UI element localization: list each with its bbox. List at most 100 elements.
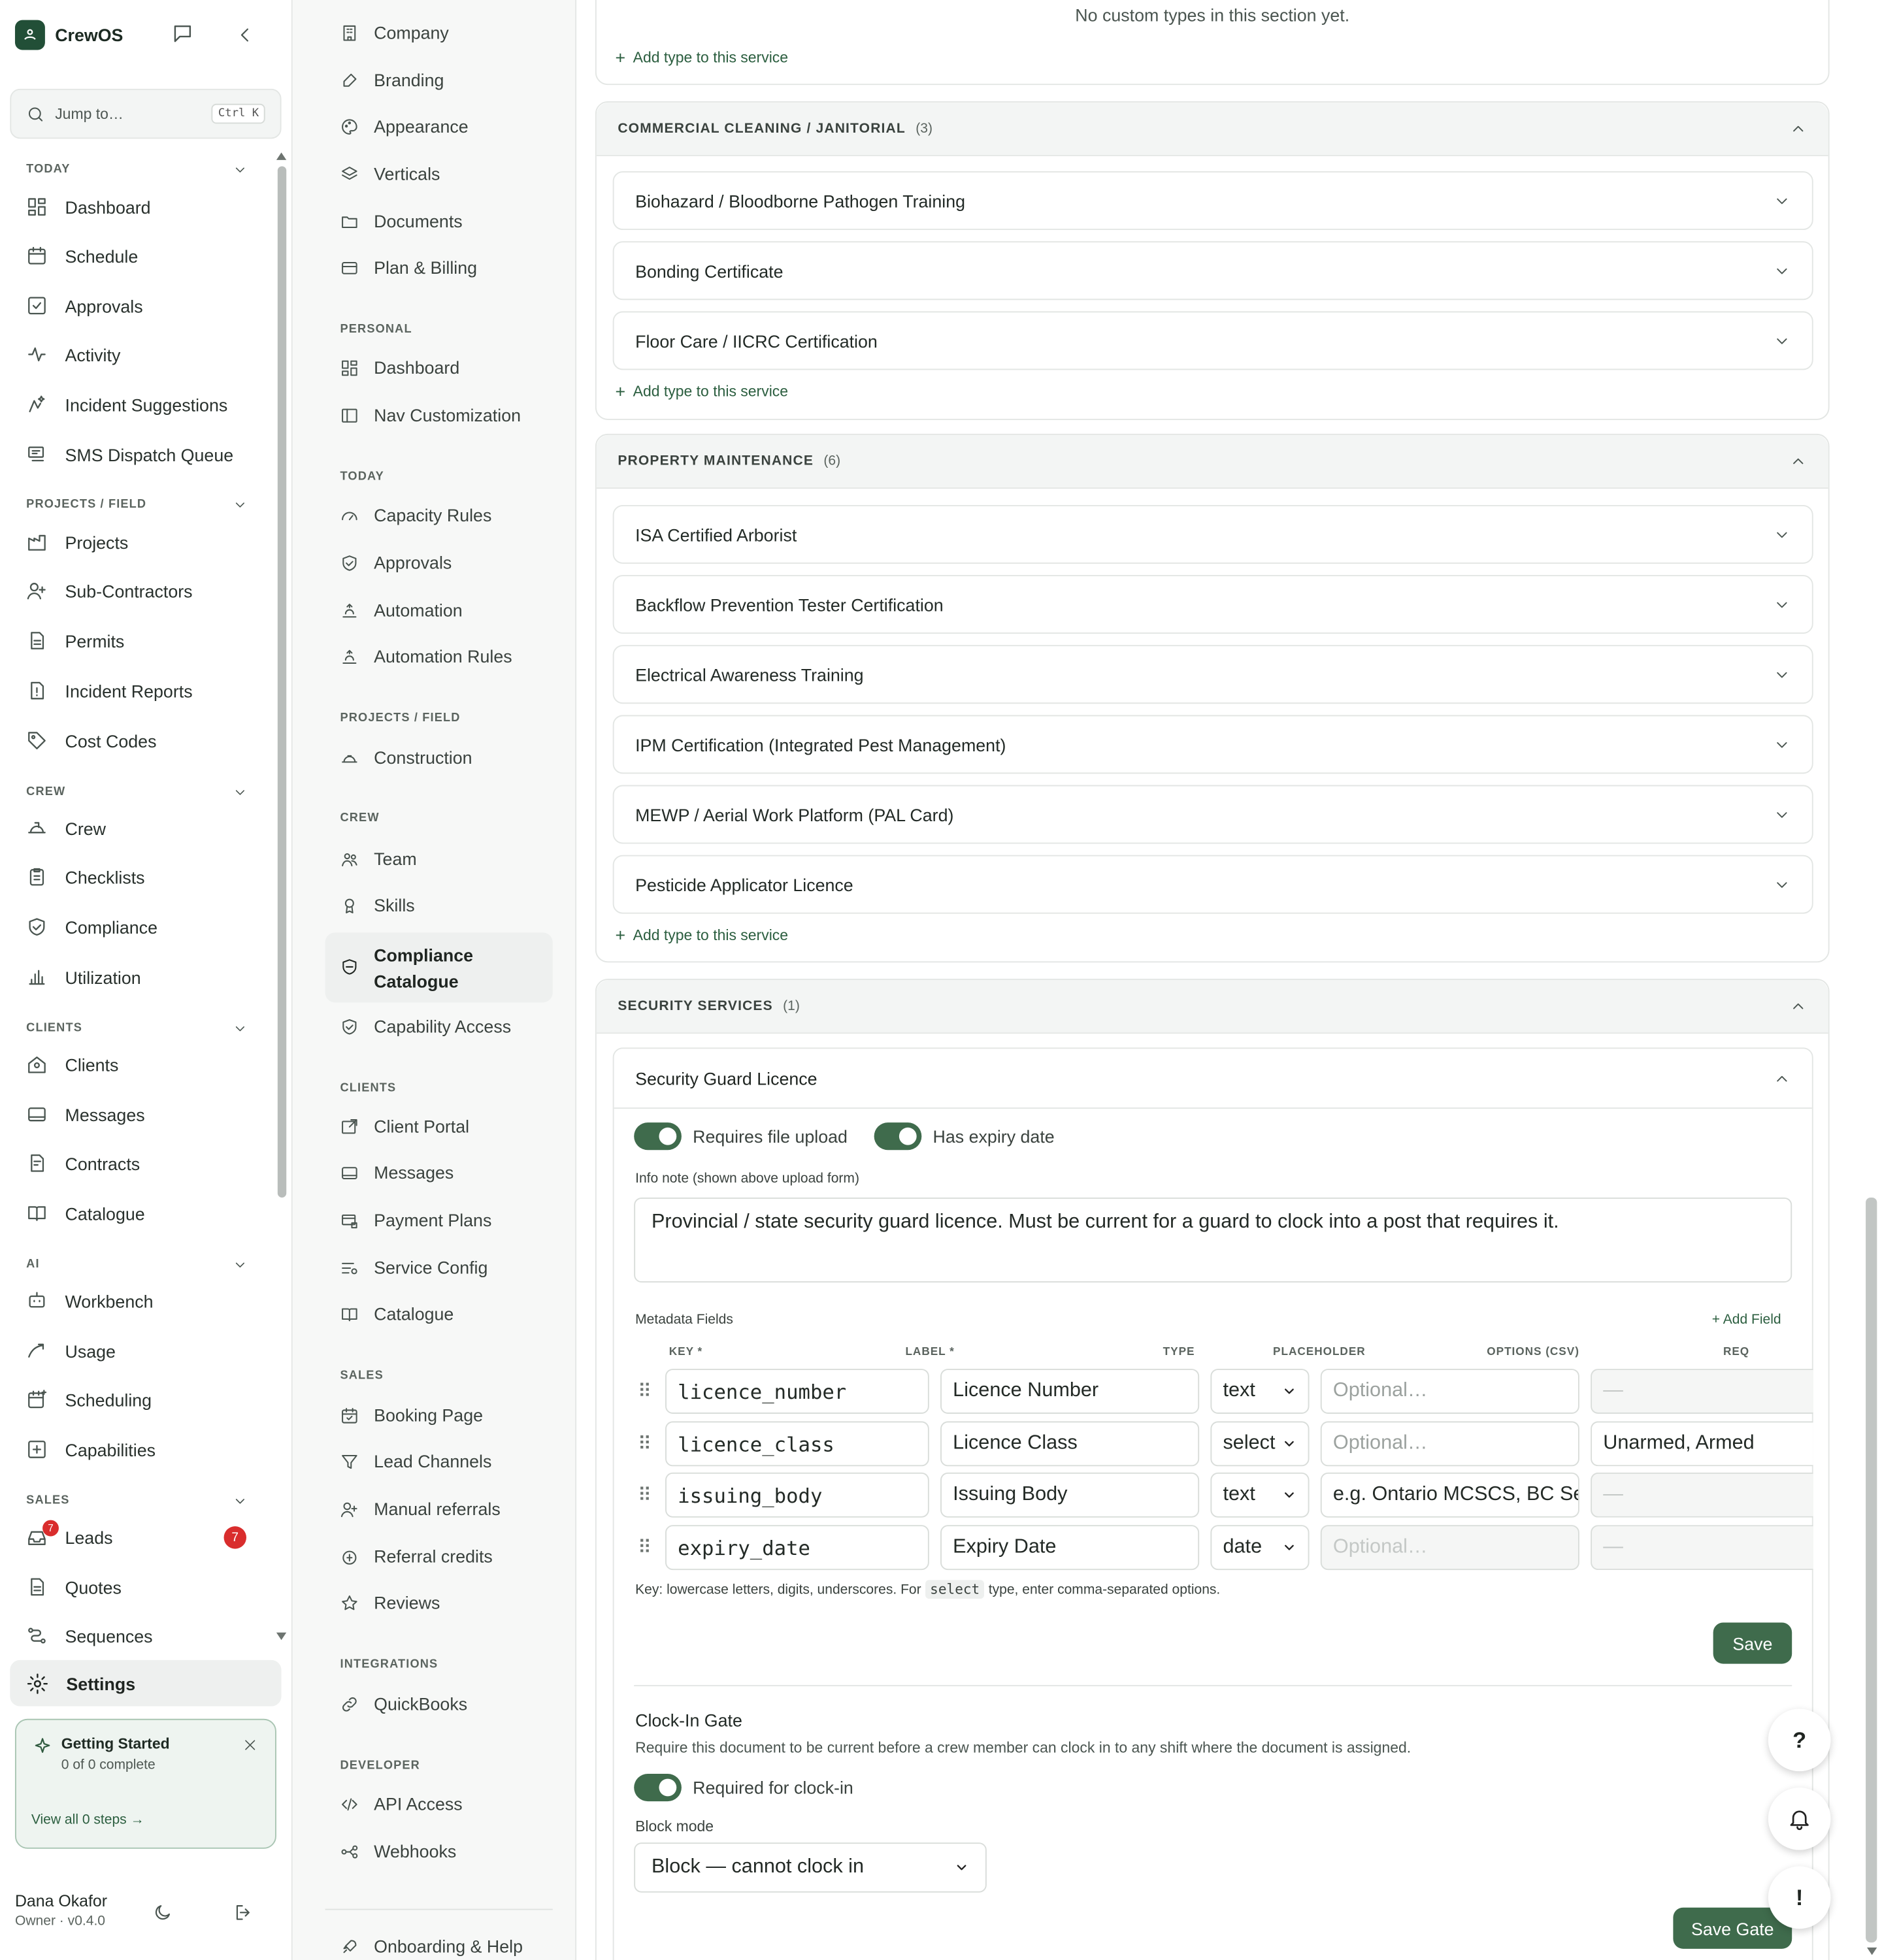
settings-nav-booking-page[interactable]: Booking Page [340, 1405, 483, 1425]
expanded-type-header[interactable]: Security Guard Licence [614, 1049, 1812, 1109]
field-type-select[interactable]: select [1210, 1421, 1310, 1467]
nav-workbench[interactable]: Workbench [26, 1290, 264, 1312]
nav-cost-codes[interactable]: Cost Codes [26, 730, 264, 751]
save-button[interactable]: Save [1713, 1622, 1792, 1664]
nav-activity[interactable]: Activity [26, 344, 264, 365]
field-label-input[interactable]: Expiry Date [940, 1525, 1200, 1571]
settings-nav-messages[interactable]: Messages [340, 1162, 454, 1183]
field-placeholder-input[interactable]: e.g. Ontario MCSCS, BC Sec [1320, 1472, 1579, 1518]
brand[interactable]: CrewOS [14, 20, 123, 50]
settings-nav-construction[interactable]: Construction [340, 747, 472, 768]
nav-dashboard[interactable]: Dashboard [26, 196, 264, 218]
main-scroll-down-arrow-icon[interactable] [1866, 1945, 1878, 1957]
info-note-textarea[interactable]: Provincial / state security guard licenc… [634, 1197, 1792, 1283]
settings-nav-webhooks[interactable]: Webhooks [340, 1841, 456, 1861]
scroll-up-arrow-icon[interactable] [275, 150, 288, 163]
add-type-button[interactable]: + Add type to this service [615, 925, 788, 945]
settings-nav-approvals[interactable]: Approvals [340, 553, 452, 572]
settings-nav-personal-dashboard[interactable]: Dashboard [340, 357, 459, 378]
drag-handle-icon[interactable]: ⠿ [638, 1380, 652, 1403]
nav-permits[interactable]: Permits [26, 630, 264, 651]
nav-sub-contractors[interactable]: Sub-Contractors [26, 580, 264, 602]
settings-nav-service-config[interactable]: Service Config [340, 1258, 487, 1277]
compliance-type-item[interactable]: Biohazard / Bloodborne Pathogen Training [612, 171, 1813, 231]
help-button[interactable]: ? [1768, 1708, 1831, 1772]
settings-nav-verticals[interactable]: Verticals [340, 164, 440, 184]
nav-approvals[interactable]: Approvals [26, 295, 264, 317]
compliance-type-item[interactable]: Electrical Awareness Training [612, 645, 1813, 704]
settings-nav-referral-credits[interactable]: Referral credits [340, 1546, 493, 1566]
settings-nav-lead-channels[interactable]: Lead Channels [340, 1451, 491, 1471]
section-header[interactable]: SECURITY SERVICES (1) [596, 980, 1828, 1034]
add-field-button[interactable]: + Add Field [1712, 1313, 1781, 1328]
field-label-input[interactable]: Licence Class [940, 1421, 1200, 1467]
has-expiry-toggle[interactable] [874, 1122, 922, 1151]
close-icon[interactable] [242, 1737, 257, 1752]
field-options-input[interactable]: Unarmed, Armed [1591, 1421, 1813, 1467]
nav-capabilities[interactable]: Capabilities [26, 1439, 264, 1460]
drag-handle-icon[interactable]: ⠿ [638, 1536, 652, 1559]
nav-utilization[interactable]: Utilization [26, 966, 264, 988]
field-type-select[interactable]: text [1210, 1472, 1310, 1518]
nav-incident-reports[interactable]: Incident Reports [26, 680, 264, 702]
field-key-input[interactable]: issuing_body [665, 1472, 929, 1518]
settings-nav-plan-billing[interactable]: Plan & Billing [340, 257, 477, 278]
section-header[interactable]: COMMERCIAL CLEANING / JANITORIAL (3) [596, 102, 1828, 157]
settings-nav-client-portal[interactable]: Client Portal [340, 1117, 469, 1136]
settings-nav-team[interactable]: Team [340, 849, 417, 869]
nav-quotes[interactable]: Quotes [26, 1576, 264, 1598]
field-type-select[interactable]: date [1210, 1525, 1310, 1571]
main-scrollbar-thumb[interactable] [1866, 1197, 1877, 1943]
compliance-type-item[interactable]: IPM Certification (Integrated Pest Manag… [612, 715, 1813, 774]
sidebar-scroll-thumb[interactable] [277, 166, 287, 1198]
add-type-button[interactable]: + Add type to this service [615, 48, 788, 68]
nav-crew[interactable]: Crew [26, 817, 264, 839]
compliance-type-item[interactable]: Floor Care / IICRC Certification [612, 311, 1813, 370]
settings-nav-appearance[interactable]: Appearance [340, 116, 469, 137]
requires-upload-toggle[interactable] [634, 1122, 682, 1151]
required-clock-in-toggle-row[interactable]: Required for clock-in [634, 1773, 853, 1802]
section-sales[interactable]: SALES [26, 1494, 251, 1507]
section-header[interactable]: PROPERTY MAINTENANCE (6) [596, 434, 1828, 489]
feedback-flag-icon[interactable] [171, 22, 193, 44]
settings-nav-compliance-catalogue[interactable]: Compliance Catalogue [340, 943, 552, 995]
field-label-input[interactable]: Issuing Body [940, 1472, 1200, 1518]
logout-icon[interactable] [234, 1903, 254, 1923]
field-placeholder-input[interactable]: Optional… [1320, 1369, 1579, 1414]
compliance-type-item[interactable]: Bonding Certificate [612, 241, 1813, 301]
nav-projects[interactable]: Projects [26, 531, 264, 553]
nav-settings[interactable]: Settings [10, 1659, 282, 1707]
nav-clients[interactable]: Clients [26, 1054, 264, 1075]
nav-sms-dispatch-queue[interactable]: SMS Dispatch Queue [26, 444, 264, 465]
settings-nav-company[interactable]: Company [340, 22, 449, 42]
requires-upload-toggle-row[interactable]: Requires file upload [634, 1122, 848, 1151]
settings-nav-skills[interactable]: Skills [340, 895, 415, 915]
settings-nav-api-access[interactable]: API Access [340, 1794, 463, 1814]
nav-schedule[interactable]: Schedule [26, 245, 264, 267]
notifications-button[interactable] [1768, 1788, 1831, 1850]
nav-compliance[interactable]: Compliance [26, 916, 264, 938]
has-expiry-toggle-row[interactable]: Has expiry date [874, 1122, 1055, 1151]
settings-nav-documents[interactable]: Documents [340, 211, 463, 231]
scroll-down-arrow-icon[interactable] [275, 1630, 288, 1642]
settings-nav-automation[interactable]: Automation [340, 600, 463, 620]
section-ai[interactable]: AI [26, 1258, 251, 1271]
field-label-input[interactable]: Licence Number [940, 1369, 1200, 1414]
nav-contracts[interactable]: Contracts [26, 1152, 264, 1174]
section-projects-field[interactable]: PROJECTS / FIELD [26, 497, 251, 512]
compliance-type-item[interactable]: ISA Certified Arborist [612, 504, 1813, 564]
field-key-input[interactable]: expiry_date [665, 1525, 929, 1571]
user-profile[interactable]: Dana Okafor Owner · v0.4.0 [15, 1891, 107, 1929]
section-today[interactable]: TODAY [26, 163, 251, 176]
compliance-type-item[interactable]: Backflow Prevention Tester Certification [612, 575, 1813, 634]
block-mode-select[interactable]: Block — cannot clock in [634, 1842, 987, 1893]
compliance-type-item[interactable]: Pesticide Applicator Licence [612, 855, 1813, 914]
nav-scheduling[interactable]: Scheduling [26, 1389, 264, 1411]
compliance-type-item[interactable]: MEWP / Aerial Work Platform (PAL Card) [612, 785, 1813, 844]
field-key-input[interactable]: licence_number [665, 1369, 929, 1414]
nav-usage[interactable]: Usage [26, 1340, 264, 1362]
field-type-select[interactable]: text [1210, 1369, 1310, 1414]
collapse-sidebar-icon[interactable] [235, 25, 256, 45]
moon-icon[interactable] [152, 1903, 173, 1923]
add-type-button[interactable]: + Add type to this service [615, 382, 788, 402]
